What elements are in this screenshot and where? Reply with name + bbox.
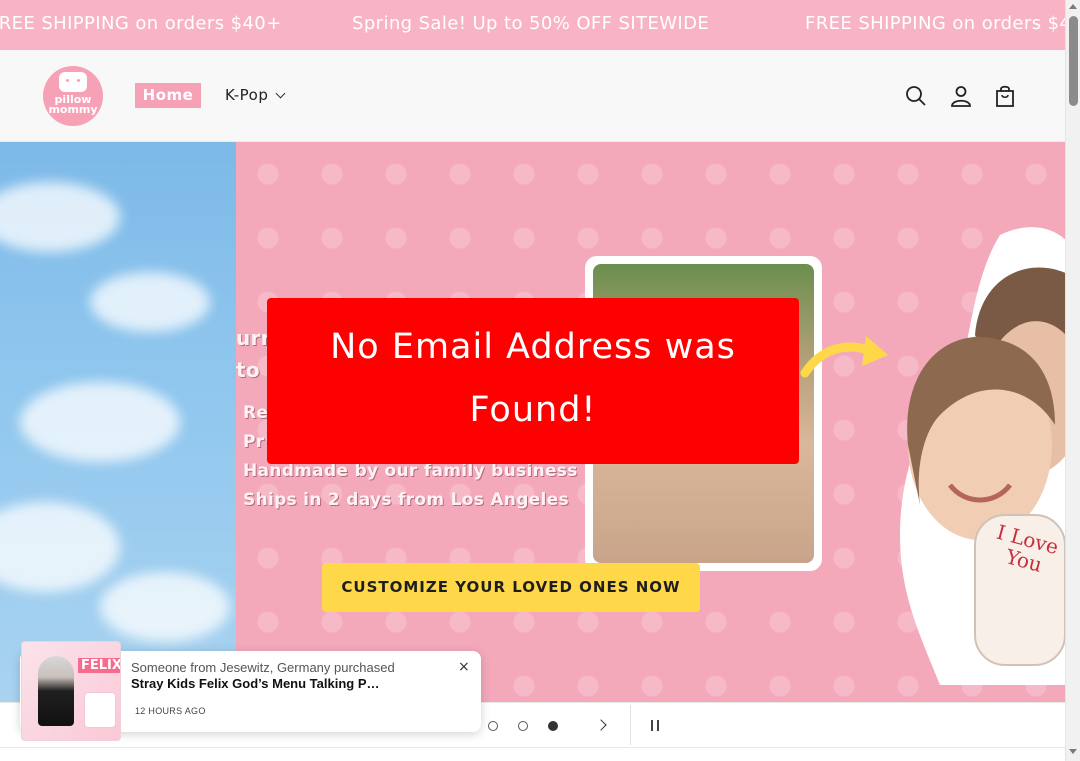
product-thumbnail-tag: FELIX (78, 658, 120, 673)
notification-time: 12 HOURS AGO (135, 706, 206, 716)
hero-feature-3: Handmade by our family business (243, 461, 578, 481)
page-scrollbar[interactable] (1065, 0, 1080, 761)
close-icon[interactable]: × (458, 660, 470, 674)
account-icon[interactable] (949, 84, 973, 108)
slide-dot-1[interactable] (488, 721, 498, 731)
scroll-up-icon[interactable] (1069, 4, 1077, 9)
pause-icon[interactable] (651, 720, 659, 731)
pillow-mommy-logo[interactable]: pillow mommy (43, 66, 103, 126)
face-pillow-image: I Love You (900, 227, 1065, 685)
nav-home[interactable]: Home (135, 83, 201, 108)
cart-icon[interactable] (993, 84, 1017, 108)
scrollbar-thumb[interactable] (1069, 16, 1078, 106)
hero-feature-1: Re (243, 403, 269, 423)
chevron-down-icon (275, 88, 286, 99)
nav-kpop-label: K-Pop (225, 86, 269, 104)
notification-product[interactable]: Stray Kids Felix God’s Menu Talking P… (131, 676, 380, 691)
logo-text-line2: mommy (48, 103, 98, 116)
controls-divider (630, 705, 631, 745)
nav-kpop[interactable]: K-Pop (225, 86, 286, 104)
alert-message-line2: Found! (469, 390, 597, 430)
alert-message-line1: No Email Address was (330, 327, 736, 367)
arrow-icon (800, 336, 888, 378)
slide-dot-3[interactable] (548, 721, 558, 731)
search-icon[interactable] (904, 84, 928, 108)
notification-location: Someone from Jesewitz, Germany purchased (131, 660, 395, 675)
product-thumbnail[interactable]: FELIX (21, 641, 121, 741)
announcement-message: FREE SHIPPING on orders $40+ (0, 13, 282, 34)
announcement-message: Spring Sale! Up to 50% OFF SITEWIDE (352, 13, 710, 34)
slide-dot-2[interactable] (518, 721, 528, 731)
customize-cta-button[interactable]: CUSTOMIZE YOUR LOVED ONES NOW (322, 563, 700, 612)
sky-background (0, 142, 236, 702)
next-slide-icon[interactable] (595, 719, 607, 731)
announcement-bar: FREE SHIPPING on orders $40+ Spring Sale… (0, 0, 1065, 50)
pillow-face-icon (59, 72, 87, 92)
hero-heading-partial-2: to (236, 358, 260, 382)
hero-feature-4: Ships in 2 days from Los Angeles (243, 490, 569, 510)
error-alert: No Email Address was Found! (267, 298, 799, 464)
site-header: pillow mommy Home K-Pop (0, 50, 1065, 142)
scroll-down-icon[interactable] (1069, 749, 1077, 754)
hero-feature-2: Pr (243, 432, 265, 452)
announcement-message: FREE SHIPPING on orders $40+ (805, 13, 1065, 34)
